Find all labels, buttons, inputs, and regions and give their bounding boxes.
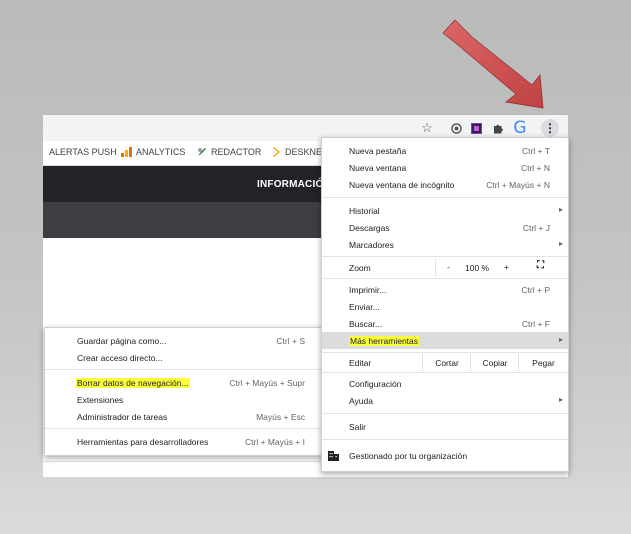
- red-pointer-arrow: [442, 19, 544, 109]
